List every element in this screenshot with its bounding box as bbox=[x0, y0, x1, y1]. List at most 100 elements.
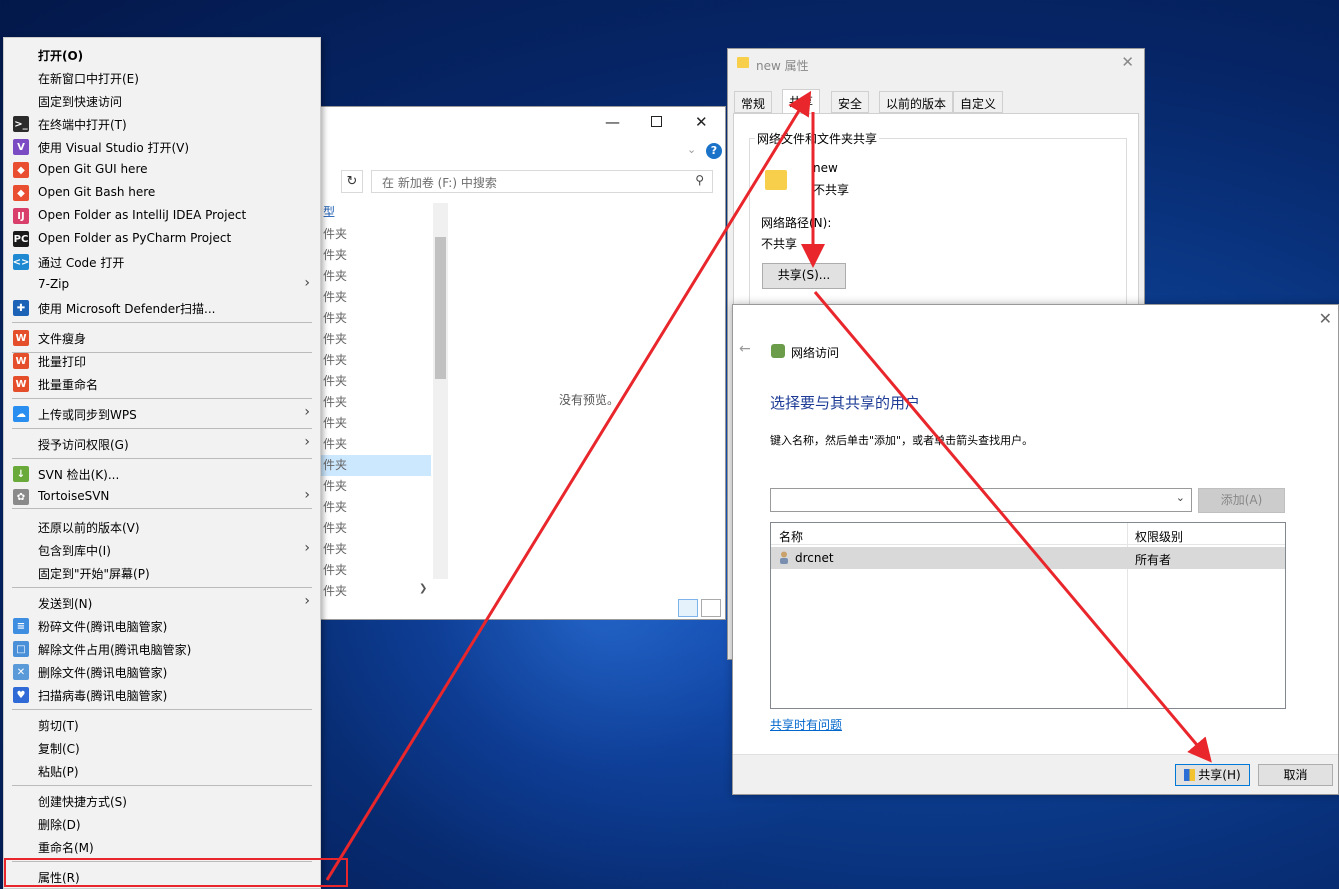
list-item[interactable]: 件夹 bbox=[321, 224, 431, 245]
list-item[interactable]: 件夹 bbox=[321, 434, 431, 455]
shred-icon: ≡ bbox=[13, 618, 29, 634]
search-input[interactable]: 在 新加卷 (F:) 中搜索 ⚲ bbox=[371, 170, 713, 193]
menu-item-v[interactable]: 还原以前的版本(V) bbox=[4, 515, 320, 538]
menu-item-open-git-gui-here[interactable]: ◆ Open Git GUI here bbox=[4, 158, 320, 181]
column-header-permission[interactable]: 权限级别 bbox=[1135, 528, 1183, 545]
menu-item-n[interactable]: 发送到(N) › bbox=[4, 591, 320, 614]
menu-item-m[interactable]: 重命名(M) bbox=[4, 835, 320, 858]
group-title: 网络文件和文件夹共享 bbox=[755, 130, 880, 147]
back-arrow-icon[interactable]: ← bbox=[739, 341, 751, 357]
menu-item-25[interactable]: □ 解除文件占用(腾讯电脑管家) bbox=[4, 637, 320, 660]
list-item[interactable]: 件夹 bbox=[321, 455, 431, 476]
menu-item-s[interactable]: 创建快捷方式(S) bbox=[4, 789, 320, 812]
sharing-help-link[interactable]: 共享时有问题 bbox=[770, 716, 842, 733]
menu-item-26[interactable]: ✕ 删除文件(腾讯电脑管家) bbox=[4, 660, 320, 683]
delete-file-icon: ✕ bbox=[13, 664, 29, 680]
menu-item-t[interactable]: >_ 在终端中打开(T) bbox=[4, 112, 320, 135]
menu-item-c[interactable]: 复制(C) bbox=[4, 736, 320, 759]
menu-item-7-zip[interactable]: 7-Zip › bbox=[4, 273, 320, 296]
list-item[interactable]: 件夹 bbox=[321, 518, 431, 539]
menu-item-3[interactable]: 固定到快速访问 bbox=[4, 89, 320, 112]
tab-security[interactable]: 安全 bbox=[831, 91, 870, 113]
user-icon bbox=[780, 551, 788, 564]
table-header: 名称 权限级别 bbox=[771, 523, 1285, 545]
add-button[interactable]: 添加(A) bbox=[1198, 488, 1285, 513]
menu-item-p[interactable]: 粘贴(P) bbox=[4, 759, 320, 782]
list-item[interactable]: 件夹 bbox=[321, 287, 431, 308]
menu-item-code[interactable]: <> 通过 Code 打开 bbox=[4, 250, 320, 273]
list-item[interactable]: 件夹 bbox=[321, 560, 431, 581]
refresh-button[interactable]: ↻ bbox=[341, 170, 363, 193]
list-item[interactable]: 件夹 bbox=[321, 539, 431, 560]
file-list: 件夹 件夹 件夹 件夹 件夹 件夹 件夹 件夹 件夹 件夹 件夹 件夹 件夹 件夹 件夹 件夹 件夹 件夹 bbox=[321, 224, 431, 602]
chevron-down-icon[interactable]: ⌄ bbox=[1176, 491, 1185, 504]
cancel-button[interactable]: 取消 bbox=[1258, 764, 1333, 786]
menu-item-27[interactable]: ♥ 扫描病毒(腾讯电脑管家) bbox=[4, 683, 320, 706]
menu-item-tortoisesvn[interactable]: ✿ TortoiseSVN › bbox=[4, 485, 320, 508]
close-icon[interactable]: ✕ bbox=[1121, 53, 1134, 71]
menu-item-g[interactable]: 授予访问权限(G) › bbox=[4, 432, 320, 455]
list-item[interactable]: 件夹 bbox=[321, 371, 431, 392]
column-header-type[interactable]: 型 bbox=[321, 203, 335, 219]
menu-item-label: 剪切(T) bbox=[38, 719, 79, 733]
menu-item-label: 固定到快速访问 bbox=[38, 95, 123, 109]
list-item[interactable]: 件夹 bbox=[321, 497, 431, 518]
menu-item-e[interactable]: 在新窗口中打开(E) bbox=[4, 66, 320, 89]
list-item[interactable]: 件夹 bbox=[321, 413, 431, 434]
no-preview-text: 没有预览。 bbox=[559, 393, 620, 407]
list-item[interactable]: 件夹 bbox=[321, 392, 431, 413]
menu-item-svn-k[interactable]: ↓ SVN 检出(K)... bbox=[4, 462, 320, 485]
menu-item-wps[interactable]: ☁ 上传或同步到WPS › bbox=[4, 402, 320, 425]
help-icon[interactable]: ? bbox=[706, 143, 722, 159]
tab-customize[interactable]: 自定义 bbox=[953, 91, 1004, 113]
list-item[interactable]: 件夹 bbox=[321, 266, 431, 287]
terminal-icon: >_ bbox=[13, 116, 29, 132]
menu-item-visual-studio-v[interactable]: V 使用 Visual Studio 打开(V) bbox=[4, 135, 320, 158]
menu-separator bbox=[12, 508, 312, 509]
menu-item-d[interactable]: 删除(D) bbox=[4, 812, 320, 835]
menu-item-open-folder-as-intellij-idea-project[interactable]: IJ Open Folder as IntelliJ IDEA Project bbox=[4, 204, 320, 227]
chevron-right-icon: › bbox=[304, 404, 310, 420]
share-advanced-button[interactable]: 共享(S)... bbox=[762, 263, 846, 289]
large-icons-view-icon[interactable] bbox=[701, 599, 721, 617]
scroll-right-icon[interactable]: ❯ bbox=[419, 583, 427, 594]
vertical-scrollbar[interactable] bbox=[433, 203, 448, 579]
menu-item-24[interactable]: ≡ 粉碎文件(腾讯电脑管家) bbox=[4, 614, 320, 637]
maximize-button[interactable] bbox=[651, 116, 662, 127]
column-header-name[interactable]: 名称 bbox=[779, 528, 803, 545]
scrollbar-thumb[interactable] bbox=[435, 237, 446, 379]
tab-sharing[interactable]: 共享 bbox=[782, 89, 821, 114]
details-view-icon[interactable] bbox=[678, 599, 698, 617]
menu-item-i[interactable]: 包含到库中(I) › bbox=[4, 538, 320, 561]
user-combobox[interactable]: ⌄ bbox=[770, 488, 1192, 512]
menu-separator bbox=[12, 398, 312, 399]
tab-previous-versions[interactable]: 以前的版本 bbox=[879, 91, 954, 113]
menu-item-15[interactable]: W 批量重命名 bbox=[4, 372, 320, 395]
list-item[interactable]: 件夹 bbox=[321, 308, 431, 329]
git-bash-icon: ◆ bbox=[13, 185, 29, 201]
list-item[interactable]: 件夹 bbox=[321, 329, 431, 350]
share-button[interactable]: 共享(H) bbox=[1175, 764, 1250, 786]
list-item[interactable]: 件夹 bbox=[321, 350, 431, 371]
close-button[interactable]: ✕ bbox=[695, 113, 708, 131]
table-row[interactable]: drcnet 所有者 bbox=[771, 547, 1285, 569]
menu-item-p[interactable]: 固定到"开始"屏幕(P) bbox=[4, 561, 320, 584]
tab-general[interactable]: 常规 bbox=[734, 91, 773, 113]
minimize-button[interactable]: — bbox=[605, 113, 620, 131]
list-item[interactable]: 件夹 bbox=[321, 581, 431, 602]
menu-item-open-git-bash-here[interactable]: ◆ Open Git Bash here bbox=[4, 181, 320, 204]
list-item[interactable]: 件夹 bbox=[321, 476, 431, 497]
git-gui-icon: ◆ bbox=[13, 162, 29, 178]
list-item[interactable]: 件夹 bbox=[321, 245, 431, 266]
menu-item-t[interactable]: 剪切(T) bbox=[4, 713, 320, 736]
close-icon[interactable]: ✕ bbox=[1319, 309, 1332, 328]
permission-level[interactable]: 所有者 bbox=[1135, 551, 1171, 568]
visual-studio-icon: V bbox=[13, 139, 29, 155]
menu-item-microsoft-defender[interactable]: ✚ 使用 Microsoft Defender扫描... bbox=[4, 296, 320, 319]
menu-item-o[interactable]: 打开(O) bbox=[4, 43, 320, 66]
menu-item-open-folder-as-pycharm-project[interactable]: PC Open Folder as PyCharm Project bbox=[4, 227, 320, 250]
menu-item-label: 使用 Visual Studio 打开(V) bbox=[38, 141, 190, 155]
menu-item-13[interactable]: W 文件瘦身 bbox=[4, 326, 320, 349]
chevron-down-icon[interactable]: ⌄ bbox=[687, 143, 696, 156]
network-path-value: 不共享 bbox=[761, 237, 798, 251]
